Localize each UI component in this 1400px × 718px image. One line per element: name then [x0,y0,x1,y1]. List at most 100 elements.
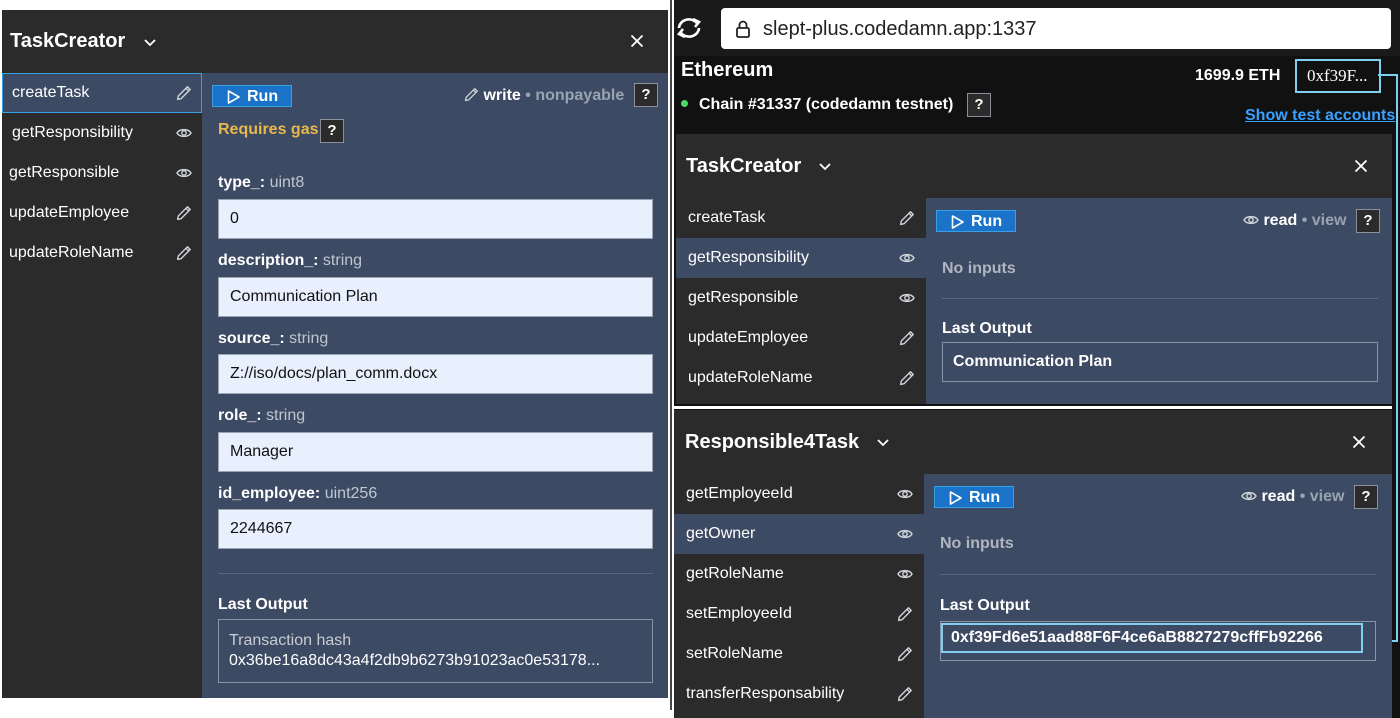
method-item-updateemployee[interactable]: updateEmployee [676,318,926,358]
mode-separator: • [1301,212,1308,229]
right-bottom-method-list: getEmployeeId getOwner getRoleName setEm… [674,474,924,718]
divider [940,574,1376,575]
mode-label: read [1261,488,1296,505]
mode-indicator: read • view [1241,488,1344,506]
method-item-getresponsibility[interactable]: getResponsibility [676,238,926,278]
gas-help-button[interactable]: ? [320,119,344,143]
method-item-getresponsibility[interactable]: getResponsibility [2,113,202,153]
method-label: getOwner [686,525,756,542]
field-name: role_: [218,407,262,424]
play-icon [949,491,962,505]
mode-separator: • [525,87,531,104]
reload-icon[interactable] [676,17,702,39]
mode-indicator: write • nonpayable [464,87,624,105]
id-employee-input[interactable]: 2244667 [218,509,653,549]
field-type: uint256 [324,485,378,502]
eye-icon [176,125,192,141]
run-button[interactable]: Run [934,486,1014,508]
left-method-list: createTask getResponsibility getResponsi… [2,73,202,698]
play-icon [951,215,964,229]
browser-bar: slept-plus.codedamn.app:1337 [674,0,1400,56]
output-value: 0xf39Fd6e51aad88F6F4ce6aB8827279cffFb922… [951,629,1323,646]
address-bar[interactable]: slept-plus.codedamn.app:1337 [721,8,1391,49]
method-item-setemployeeid[interactable]: setEmployeeId [674,594,924,634]
field-name: id_employee: [218,485,321,502]
field-name: description_: [218,252,319,269]
pencil-icon [897,646,913,662]
method-item-getemployeeid[interactable]: getEmployeeId [674,474,924,514]
description-input[interactable]: Communication Plan [218,277,653,317]
mode-kind: view [1309,488,1345,505]
right-bottom-panel-title: Responsible4Task [685,431,860,453]
method-label: setRoleName [686,645,783,662]
field-label-description: description_: string [218,252,362,270]
right-bottom-contract-panel: Responsible4Task getEmployeeId getOwner … [674,410,1392,718]
play-icon [227,90,240,104]
requires-gas-label: Requires gas [218,121,319,138]
eye-icon [897,486,913,502]
right-top-method-list: createTask getResponsibility getResponsi… [676,198,926,404]
run-button[interactable]: Run [212,85,292,107]
account-button[interactable]: 0xf39F... [1295,59,1381,93]
method-label: getRoleName [686,565,784,582]
chain-help-button[interactable]: ? [967,93,991,117]
method-item-getrolename[interactable]: getRoleName [674,554,924,594]
mode-kind: nonpayable [535,87,625,104]
method-item-getresponsible[interactable]: getResponsible [2,153,202,193]
show-test-accounts-link[interactable]: Show test accounts [1245,107,1395,125]
method-item-setrolename[interactable]: setRoleName [674,634,924,674]
method-item-createtask[interactable]: createTask [2,73,202,113]
field-name: type_: [218,174,266,191]
field-type: string [266,407,306,424]
divider [942,298,1378,299]
lock-icon [736,20,750,38]
field-label-role: role_: string [218,407,305,425]
pencil-icon [897,606,913,622]
pencil-icon [176,245,192,261]
method-label: createTask [12,84,90,101]
method-label: getResponsible [9,164,120,181]
divider [218,573,653,574]
pencil-icon [176,205,192,221]
method-item-transferresponsability[interactable]: transferResponsability [674,674,924,714]
eye-icon [176,165,192,181]
role-input[interactable]: Manager [218,432,653,472]
method-label: setEmployeeId [686,605,792,622]
chevron-down-icon[interactable] [817,158,833,174]
method-item-updaterolename[interactable]: updateRoleName [676,358,926,398]
url-text: slept-plus.codedamn.app:1337 [763,18,1037,40]
panel-separator [674,406,1392,409]
chevron-down-icon[interactable] [142,34,158,50]
method-item-updateemployee[interactable]: updateEmployee [2,193,202,233]
run-button[interactable]: Run [936,210,1016,232]
last-output-label: Last Output [940,597,1030,614]
network-header: Ethereum Chain #31337 (codedamn testnet)… [674,56,1400,130]
method-item-updaterolename[interactable]: updateRoleName [2,233,202,273]
right-top-method-view: Run read • view ? No inputs Last Output … [926,198,1392,404]
help-button[interactable]: ? [634,83,658,107]
output-value: 0x36be16a8dc43a4f2db9b6273b91023ac0e5317… [229,652,601,669]
help-button[interactable]: ? [1354,485,1378,509]
right-bottom-method-view: Run read • view ? No inputs Last Output … [924,474,1392,718]
close-icon[interactable] [1351,434,1367,450]
field-label-type: type_: uint8 [218,174,304,192]
method-label: getResponsible [688,289,799,306]
close-icon[interactable] [629,33,645,49]
type-input[interactable]: 0 [218,199,653,239]
method-item-getresponsible[interactable]: getResponsible [676,278,926,318]
mode-indicator: read • view [1243,212,1346,230]
method-item-createtask[interactable]: createTask [676,198,926,238]
mode-separator: • [1299,488,1306,505]
method-label: updateEmployee [688,329,809,346]
output-title: Transaction hash [229,632,352,649]
method-item-getowner[interactable]: getOwner [674,514,924,554]
close-icon[interactable] [1353,158,1369,174]
left-contract-panel: TaskCreator createTask getResponsibility… [2,10,668,698]
method-label: getEmployeeId [686,485,793,502]
method-label: transferResponsability [686,685,845,702]
chevron-down-icon[interactable] [875,434,891,450]
left-panel-title: TaskCreator [10,30,126,52]
source-input[interactable]: Z://iso/docs/plan_comm.docx [218,354,653,394]
help-button[interactable]: ? [1356,209,1380,233]
method-label: getResponsibility [688,249,809,266]
